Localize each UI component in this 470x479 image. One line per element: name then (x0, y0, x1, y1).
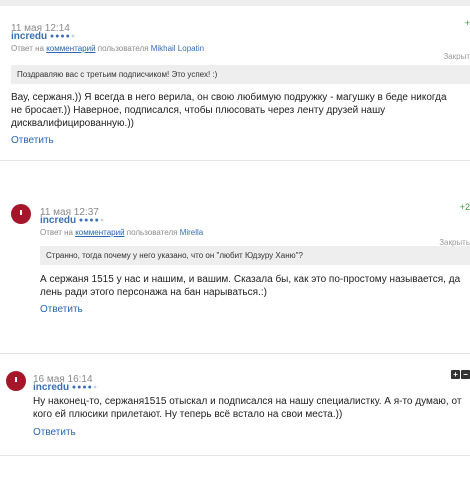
comment-text: Ну наконец-то, сержаня1515 отыскал и под… (33, 396, 462, 420)
comment-score: + (464, 18, 470, 28)
minus-icon[interactable]: − (461, 370, 470, 379)
reply-button[interactable]: Ответить (40, 303, 470, 316)
quoted-comment: Поздравляю вас с третьим подписчиком! Эт… (11, 65, 470, 84)
reply-to-user-link[interactable]: Mikhail Lopatin (151, 44, 204, 53)
reply-to-user-link[interactable]: Mirella (180, 228, 204, 237)
plus-icon[interactable]: + (451, 370, 460, 379)
comment-date: 11 мая 12:14 (11, 23, 70, 34)
comment-tools: + − (451, 370, 470, 379)
divider (0, 353, 470, 354)
comment-author[interactable]: incredu ●●●●● (11, 30, 470, 43)
rank-icon: ●●●●● (71, 384, 99, 391)
comment-text: Вау, сержаня.)) Я всегда в него верила, … (11, 92, 447, 129)
rank-icon: ●●●●● (78, 217, 106, 224)
avatar[interactable] (6, 371, 26, 391)
comment-score: +2 (459, 202, 470, 212)
close-quote-button[interactable]: Закрыт (443, 52, 470, 61)
divider (0, 160, 470, 161)
divider (0, 455, 470, 456)
comment-date: 11 мая 12:37 (40, 207, 99, 218)
avatar[interactable] (11, 204, 31, 224)
reply-to-line: Ответ на комментарий пользователя Mirell… (40, 228, 470, 247)
comment: 11 мая 12:37 +2 incredu ●●●●● Ответ на к… (40, 202, 470, 316)
reply-to-comment-link[interactable]: комментарий (75, 228, 124, 237)
rank-icon: ●●●●● (49, 33, 77, 40)
top-strip (0, 0, 470, 6)
comment-text: А сержаня 1515 у нас и нашим, и вашим. С… (40, 274, 461, 298)
reply-button[interactable]: Ответить (33, 426, 470, 439)
comment: 16 мая 16:14 + − incredu ●●●●● Ну наконе… (33, 369, 470, 439)
quoted-comment: Странно, тогда почему у него указано, чт… (40, 246, 470, 265)
comment-author[interactable]: incredu ●●●●● (33, 381, 470, 394)
comment-author[interactable]: incredu ●●●●● (40, 214, 470, 227)
reply-button[interactable]: Ответить (11, 134, 470, 147)
reply-to-comment-link[interactable]: комментарий (46, 44, 95, 53)
comment-date: 16 мая 16:14 (33, 374, 93, 385)
reply-to-line: Ответ на комментарий пользователя Mikhai… (11, 44, 205, 53)
comment: 11 мая 12:14 + incredu ●●●●● Ответ на ко… (11, 18, 470, 147)
close-quote-button[interactable]: Закрыть (439, 237, 470, 248)
